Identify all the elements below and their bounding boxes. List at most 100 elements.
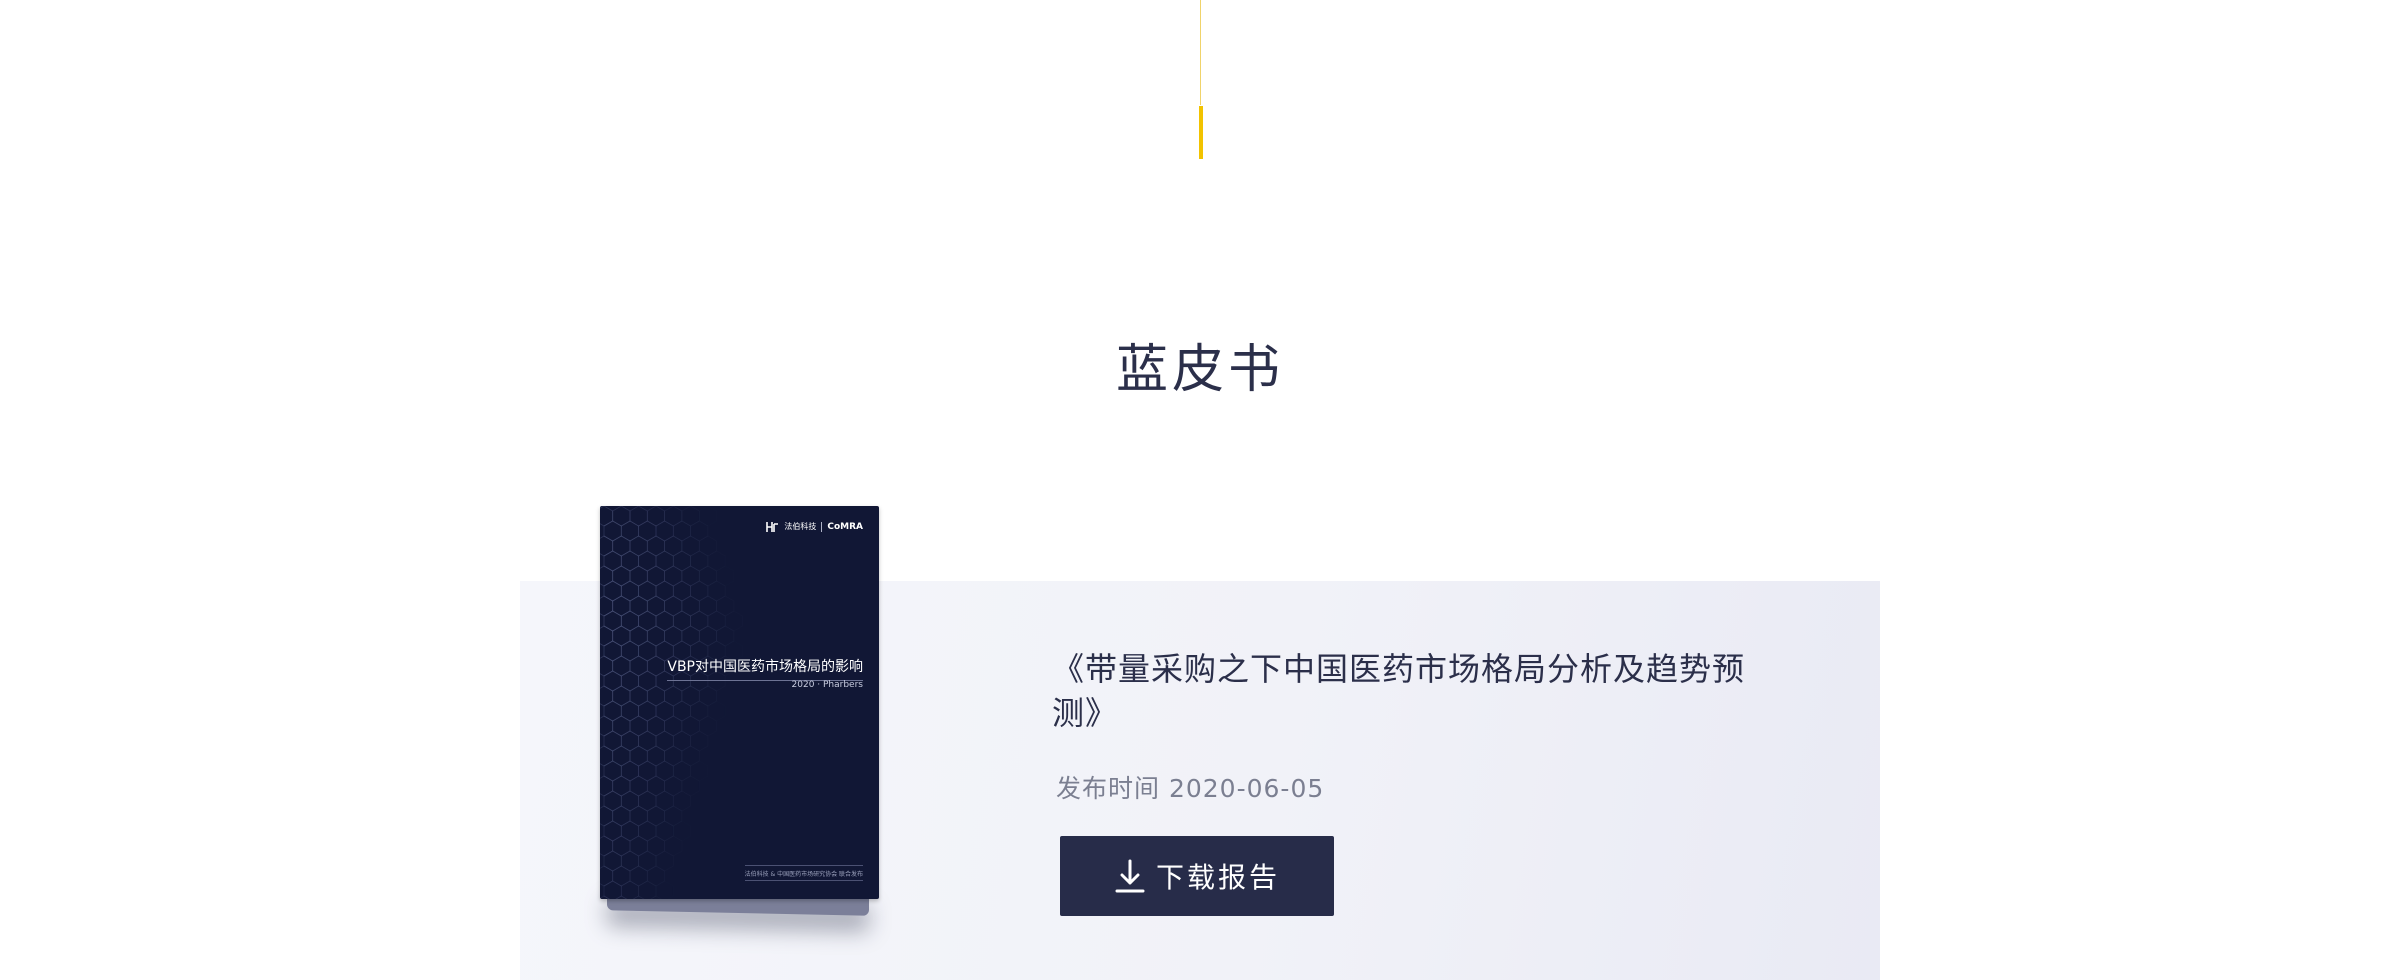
hex-cell	[647, 896, 664, 899]
hex-cell	[655, 850, 674, 872]
hex-cell	[603, 640, 622, 662]
hex-cell	[638, 880, 657, 899]
hex-cell	[672, 550, 691, 572]
hex-cell	[603, 790, 622, 812]
hex-cell	[646, 865, 665, 887]
hex-cell	[629, 745, 648, 767]
hex-cell	[690, 730, 709, 752]
hex-cell	[681, 625, 700, 647]
hex-cell	[612, 805, 631, 827]
hex-cell	[620, 580, 639, 602]
hex-cell	[620, 640, 639, 662]
hex-cell	[664, 745, 683, 767]
cover-brand-left: 法伯科技	[784, 522, 817, 531]
hex-cell	[600, 506, 614, 527]
hex-cell	[664, 775, 683, 797]
hex-cell	[707, 610, 726, 632]
hex-cell	[603, 730, 622, 752]
hex-cell	[603, 700, 622, 722]
hex-cell	[707, 580, 726, 602]
hex-cell	[620, 790, 639, 812]
hex-cell	[664, 506, 683, 527]
hex-cell	[612, 865, 631, 887]
hex-cell	[655, 730, 674, 752]
hex-cell	[638, 610, 657, 632]
report-date: 发布时间 2020-06-05	[1056, 769, 1324, 805]
hex-cell	[612, 715, 631, 737]
hex-cell	[620, 820, 639, 842]
hex-cell	[600, 745, 614, 767]
hex-cell	[655, 520, 674, 542]
hex-cell	[600, 895, 611, 899]
hex-cell	[638, 670, 657, 692]
hex-cell	[646, 506, 665, 527]
hex-cell	[646, 535, 665, 557]
download-report-button[interactable]: 下载报告	[1060, 836, 1334, 916]
hex-cell	[672, 520, 691, 542]
hex-cell	[600, 565, 614, 587]
hex-cell	[629, 775, 648, 797]
hex-cell	[664, 595, 683, 617]
hex-cell	[629, 625, 648, 647]
hex-cell	[629, 685, 648, 707]
hex-cell	[698, 535, 717, 557]
hex-cell	[646, 655, 665, 677]
hex-cell	[655, 700, 674, 722]
hex-cell	[699, 506, 716, 526]
hex-cell	[698, 625, 717, 647]
hex-cell	[612, 835, 631, 857]
hex-cell	[600, 835, 614, 857]
hex-cell	[600, 865, 614, 887]
hex-cell	[638, 820, 657, 842]
hex-cell	[690, 520, 709, 542]
hex-cell	[681, 595, 700, 617]
hex-cell	[646, 595, 665, 617]
hex-cell	[600, 685, 614, 707]
hex-cell	[603, 580, 622, 602]
hex-cell	[646, 715, 665, 737]
hex-cell	[681, 685, 700, 707]
cover-logo: 法伯科技 CoMRA	[766, 520, 863, 533]
book-cover[interactable]: 法伯科技 CoMRA VBP对中国医药市场格局的影响 2020 · Pharbe…	[600, 506, 879, 899]
hex-cell	[664, 685, 683, 707]
hex-cell	[655, 610, 674, 632]
date-label: 发布时间	[1056, 774, 1161, 803]
hex-cell	[646, 835, 665, 857]
hex-cell	[600, 595, 614, 617]
hex-cell	[681, 715, 700, 737]
hex-cell	[629, 535, 648, 557]
hex-cell	[681, 506, 700, 527]
hex-cell	[708, 701, 725, 721]
hex-cell	[646, 565, 665, 587]
hex-cell	[612, 775, 631, 797]
hex-cell	[620, 850, 639, 872]
hex-cell	[672, 610, 691, 632]
hex-cell	[690, 610, 709, 632]
divider-line	[1200, 0, 1201, 105]
hex-cell	[646, 775, 665, 797]
hex-cell	[664, 715, 683, 737]
cover-subtitle: 2020 · Pharbers	[791, 680, 863, 690]
hex-cell	[615, 895, 628, 899]
hex-cell	[603, 520, 622, 542]
hex-cell	[665, 836, 682, 856]
logo-separator	[821, 521, 823, 532]
hex-cell	[629, 715, 648, 737]
download-label: 下载报告	[1155, 861, 1280, 894]
hex-cell	[632, 895, 645, 899]
hex-cell	[638, 760, 657, 782]
hex-cell	[646, 685, 665, 707]
hex-pattern	[600, 506, 742, 899]
hex-cell	[620, 880, 639, 899]
hex-cell	[612, 595, 631, 617]
cover-brand-right: CoMRA	[827, 521, 863, 532]
hex-cell	[725, 611, 742, 631]
hex-cell	[600, 625, 614, 647]
hex-cell	[664, 625, 683, 647]
hex-cell	[612, 565, 631, 587]
hex-cell	[600, 655, 614, 677]
download-icon	[1115, 859, 1145, 893]
hex-cell	[681, 535, 700, 557]
hex-cell	[646, 625, 665, 647]
hex-cell	[716, 595, 735, 617]
